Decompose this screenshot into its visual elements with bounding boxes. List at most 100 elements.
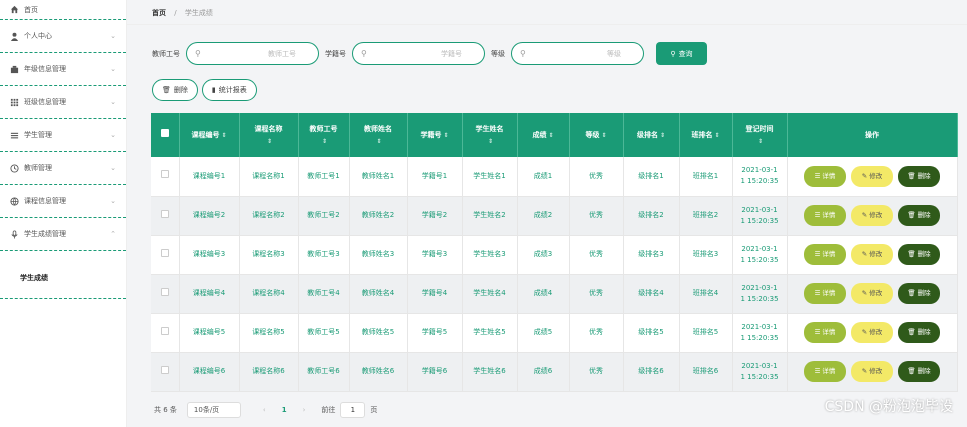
breadcrumb-home[interactable]: 首页 [152,9,166,17]
cell-score: 成绩6 [517,352,570,392]
grade-input[interactable]: ⚲ 等级 [511,42,644,65]
grid-icon [9,97,19,107]
sidebar-item-student[interactable]: 学生管理 ⌄ [0,119,126,152]
detail-icon: ☰ [814,250,821,258]
cell-register-time: 2021-03-1 1 15:20:35 [732,313,788,353]
sidebar-item-teacher[interactable]: 教师管理 ⌄ [0,152,126,185]
report-button[interactable]: ▮ 统计报表 [201,79,257,101]
delete-row-button[interactable]: 🗑 删除 [898,205,940,226]
cell-class-rank: 班排名6 [679,352,733,392]
trash-icon: 🗑 [907,171,916,180]
row-select-cell [151,313,180,353]
cell-student-name: 学生姓名4 [462,274,518,314]
sidebar-subitem-scores[interactable]: 学生成绩 [0,251,126,299]
delete-row-button[interactable]: 🗑 删除 [898,361,940,382]
edit-icon: ✎ [861,328,868,336]
header-student-id[interactable]: 学籍号 ⇕ [407,113,463,157]
edit-button[interactable]: ✎ 修改 [851,244,893,265]
sort-icon[interactable]: ⇕ [601,132,606,139]
edit-button[interactable]: ✎ 修改 [851,165,893,187]
row-checkbox[interactable] [160,248,169,257]
detail-button[interactable]: ☰ 详情 [804,361,846,382]
cell-register-time: 2021-03-1 1 15:20:35 [732,352,788,392]
sidebar-item-label: 学生管理 [24,131,52,139]
register-time-line2: 1 15:20:35 [740,216,779,225]
next-page-button[interactable]: › [303,406,306,414]
header-student-name[interactable]: 学生姓名 ⇕ [462,113,518,157]
detail-icon: ☰ [814,367,821,375]
sidebar-item-course[interactable]: 课程信息管理 ⌄ [0,185,126,218]
sort-icon[interactable]: ⇕ [267,138,272,145]
row-checkbox[interactable] [160,209,169,218]
prev-page-button[interactable]: ‹ [263,406,266,414]
home-icon [9,5,19,15]
row-checkbox[interactable] [160,170,169,179]
sort-icon[interactable]: ⇕ [221,132,226,139]
sort-icon[interactable]: ⇕ [443,132,448,139]
cell-course-id: 课程编号3 [179,235,240,275]
delete-row-button[interactable]: 🗑 删除 [898,165,940,187]
header-teacher-name[interactable]: 教师姓名 ⇕ [349,113,408,157]
teacher-id-input[interactable]: ⚲ 教师工号 [186,42,319,65]
edit-button[interactable]: ✎ 修改 [851,322,893,343]
page-size-select[interactable]: 10条/页 [186,402,241,418]
row-checkbox[interactable] [160,326,169,335]
teacher-id-label: 教师工号 [152,49,180,58]
cell-course-id: 课程编号6 [179,352,240,392]
cell-score: 成绩1 [517,157,570,197]
sidebar-item-label: 首页 [24,5,38,14]
header-score[interactable]: 成绩 ⇕ [517,113,570,157]
cell-course-name: 课程名称5 [239,313,299,353]
select-all-checkbox[interactable] [160,129,169,137]
sidebar-item-label: 教师管理 [24,164,52,172]
header-level[interactable]: 等级 ⇕ [569,113,624,157]
header-register-time[interactable]: 登记时间 ⇕ [732,113,788,157]
current-page[interactable]: 1 [282,406,287,414]
header-course-id[interactable]: 课程编号 ⇕ [179,113,240,157]
edit-button[interactable]: ✎ 修改 [851,361,893,382]
cell-teacher-id: 教师工号6 [298,352,350,392]
sidebar-item-home[interactable]: 首页 [0,0,126,20]
delete-button[interactable]: 🗑 删除 [152,79,198,101]
row-select-cell [151,274,180,314]
sort-icon[interactable]: ⇕ [548,132,553,139]
sort-icon[interactable]: ⇕ [660,132,665,139]
sort-icon[interactable]: ⇕ [376,138,381,145]
sidebar-item-grade[interactable]: 年级信息管理 ⌄ [0,53,126,86]
detail-button[interactable]: ☰ 详情 [804,165,846,187]
delete-row-button[interactable]: 🗑 删除 [898,322,940,343]
detail-button[interactable]: ☰ 详情 [804,322,846,343]
sort-icon[interactable]: ⇕ [758,138,763,145]
student-id-input[interactable]: ⚲ 学籍号 [352,42,485,65]
header-class-rank[interactable]: 班排名 ⇕ [679,113,733,157]
header-course-name[interactable]: 课程名称 ⇕ [239,113,299,157]
goto-page-input[interactable]: 1 [340,402,366,418]
breadcrumb: 首页 / 学生成绩 [152,8,213,18]
cell-course-name: 课程名称4 [239,274,299,314]
cell-level: 优秀 [569,274,624,314]
delete-row-button[interactable]: 🗑 删除 [898,244,940,265]
sort-icon[interactable]: ⇕ [714,132,719,139]
register-time-line2: 1 15:20:35 [740,255,779,264]
header-grade-rank[interactable]: 级排名 ⇕ [623,113,680,157]
sort-icon[interactable]: ⇕ [488,138,493,145]
detail-button[interactable]: ☰ 详情 [804,205,846,226]
row-select-cell [151,352,180,392]
query-button[interactable]: ⚲ 查询 [656,42,707,65]
row-checkbox[interactable] [160,365,169,374]
header-teacher-id[interactable]: 教师工号 ⇕ [298,113,350,157]
sidebar-item-scores[interactable]: 学生成绩管理 ⌃ [0,218,126,251]
detail-button[interactable]: ☰ 详情 [804,283,846,304]
sidebar-item-class[interactable]: 班级信息管理 ⌄ [0,86,126,119]
detail-button[interactable]: ☰ 详情 [804,244,846,265]
search-icon: ⚲ [520,49,526,58]
sort-icon[interactable]: ⇕ [322,138,327,145]
cell-teacher-id: 教师工号4 [298,274,350,314]
cell-teacher-id: 教师工号3 [298,235,350,275]
delete-row-button[interactable]: 🗑 删除 [898,283,940,304]
sidebar-item-profile[interactable]: 个人中心 ⌄ [0,20,126,53]
sidebar-item-label: 个人中心 [24,32,52,40]
edit-button[interactable]: ✎ 修改 [851,205,893,226]
row-checkbox[interactable] [160,287,169,296]
edit-button[interactable]: ✎ 修改 [851,283,893,304]
